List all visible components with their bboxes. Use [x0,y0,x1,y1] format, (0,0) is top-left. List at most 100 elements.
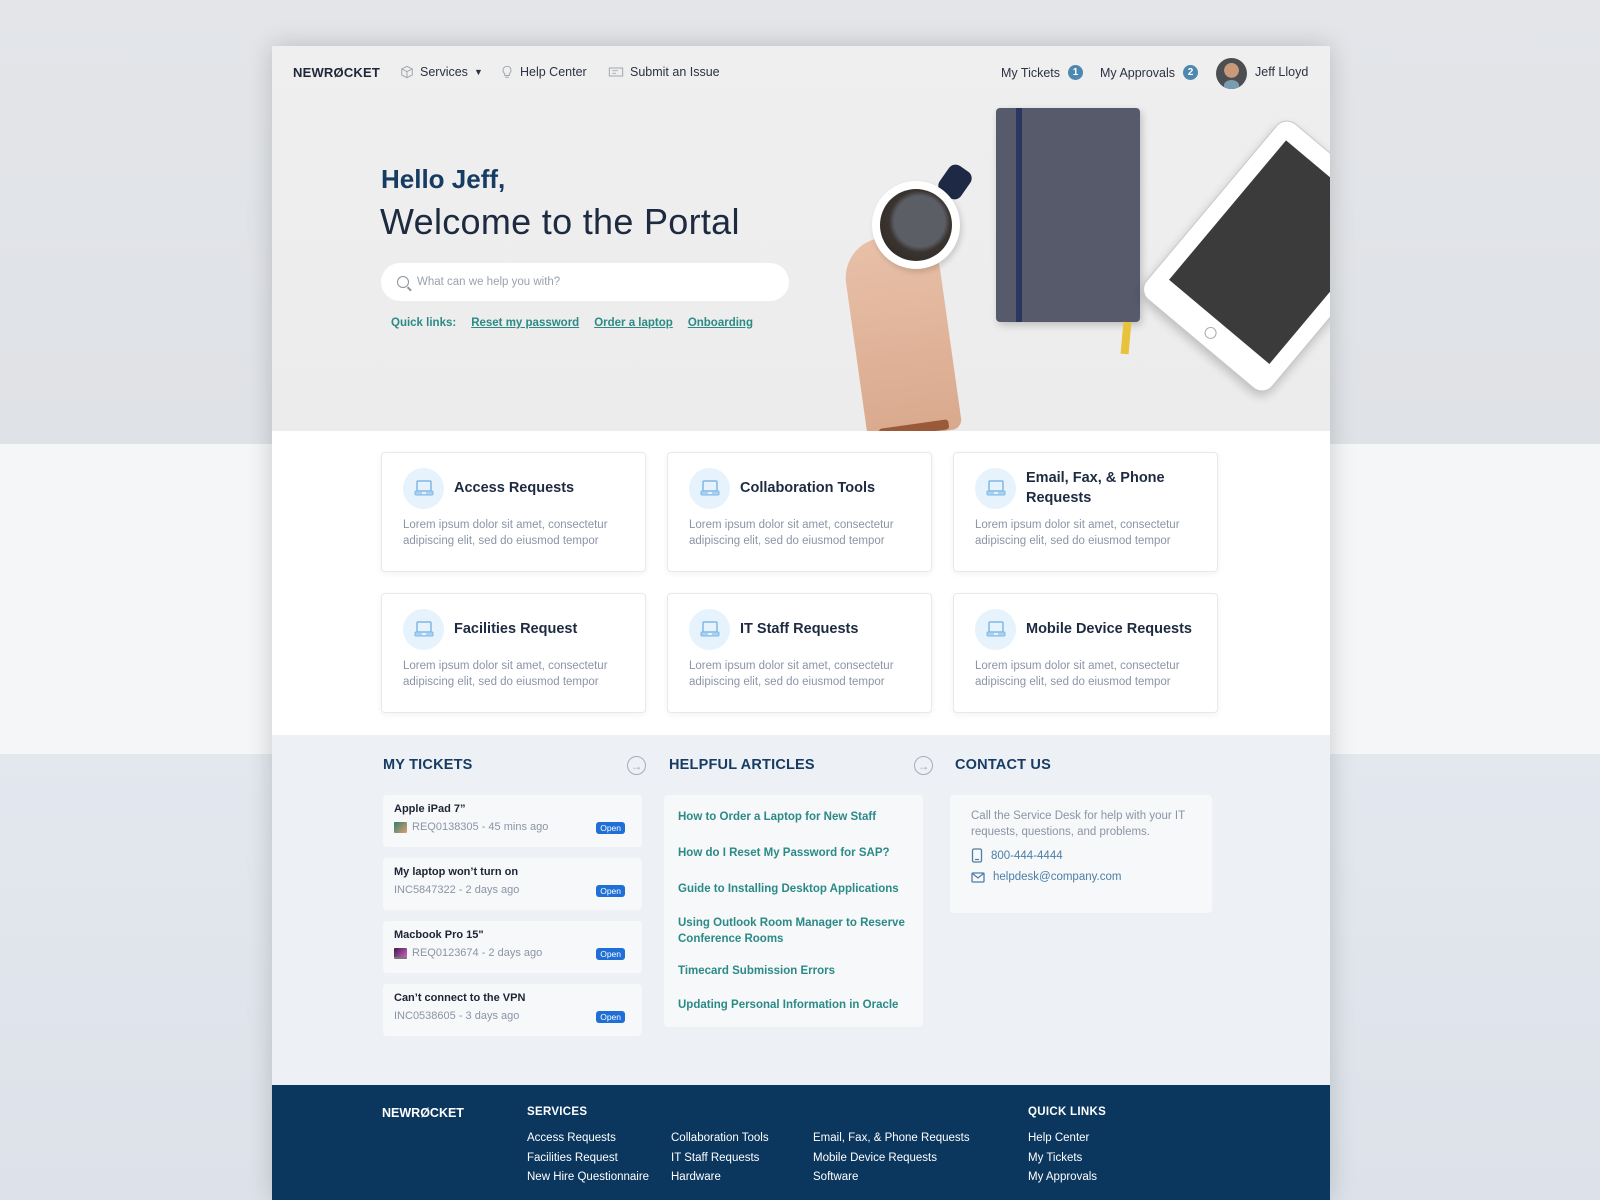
footer-link-help-center[interactable]: Help Center [1028,1131,1097,1147]
ticket-item[interactable]: My laptop won’t turn on INC5847322 - 2 d… [383,858,642,910]
laptop-icon [975,467,1016,509]
hero-illustration [832,96,1330,431]
avatar[interactable] [1216,58,1247,89]
phone-icon [971,848,983,863]
quick-link-order-laptop[interactable]: Order a laptop [594,317,673,329]
article-link[interactable]: Guide to Installing Desktop Applications [678,881,909,897]
portal-page: NEWRØCKET Services ▼ Help Center Submit … [272,46,1330,1200]
status-badge: Open [596,822,625,834]
lightbulb-icon [502,65,512,78]
my-tickets-count-badge: 1 [1068,65,1084,80]
status-badge: Open [596,1011,625,1023]
helpful-articles-title: HELPFUL ARTICLES [669,757,815,773]
contact-email[interactable]: helpdesk@company.com [971,871,1191,883]
quick-link-onboarding[interactable]: Onboarding [688,317,753,329]
page-title: Welcome to the Portal [380,201,740,242]
footer-logo[interactable]: NEWRØCKET [382,1106,464,1120]
service-cards: Access Requests Lorem ipsum dolor sit am… [381,452,1221,713]
nav-submit-issue[interactable]: Submit an Issue [608,65,720,79]
nav-my-approvals[interactable]: My Approvals 2 [1100,65,1199,80]
logo[interactable]: NEWRØCKET [293,65,380,80]
quick-link-reset-password[interactable]: Reset my password [471,317,579,329]
search-icon [397,276,409,288]
nav-help-center-label: Help Center [520,65,587,79]
tablet-image [1137,114,1330,398]
my-tickets-arrow-button[interactable]: → [627,756,646,775]
mail-icon [971,871,985,883]
ticket-title: My laptop won’t turn on [394,866,519,878]
laptop-icon [689,608,730,650]
search-input[interactable] [417,276,777,288]
greeting: Hello Jeff, [381,164,506,194]
helpful-articles-arrow-button[interactable]: → [914,756,933,775]
status-badge: Open [596,885,625,897]
quick-links-label: Quick links: [391,317,457,329]
ipad-thumbnail-icon [394,821,407,833]
card-title: Collaboration Tools [740,480,876,496]
macbook-thumbnail-icon [394,947,407,959]
article-link[interactable]: Updating Personal Information in Oracle [678,997,909,1013]
bookmark-ribbon-image [1120,321,1132,355]
ticket-meta: REQ0138305 - 45 mins ago [412,821,549,833]
ticket-item[interactable]: Macbook Pro 15" REQ0123674 - 2 days ago … [383,921,642,973]
contact-us-title: CONTACT US [955,757,1051,773]
article-link[interactable]: Timecard Submission Errors [678,963,909,979]
ticket-item[interactable]: Apple iPad 7” REQ0138305 - 45 mins ago O… [383,795,642,847]
ticket-meta: INC5847322 - 2 days ago [394,884,520,896]
footer-link[interactable]: Mobile Device Requests [813,1151,970,1167]
nav-my-tickets[interactable]: My Tickets 1 [1001,65,1084,80]
email-address: helpdesk@company.com [993,871,1122,883]
user-name[interactable]: Jeff Lloyd [1255,65,1308,79]
ticket-item[interactable]: Can’t connect to the VPN INC0538605 - 3 … [383,984,642,1036]
service-card-facilities-request[interactable]: Facilities Request Lorem ipsum dolor sit… [381,593,646,713]
footer-link[interactable]: Facilities Request [527,1151,649,1167]
chevron-down-icon: ▼ [473,67,483,77]
service-card-email-fax-phone[interactable]: Email, Fax, & Phone Requests Lorem ipsum… [953,452,1218,572]
footer-services-col-3: Email, Fax, & Phone Requests Mobile Devi… [813,1131,970,1186]
hero-section: NEWRØCKET Services ▼ Help Center Submit … [272,46,1330,431]
card-description: Lorem ipsum dolor sit amet, consectetur … [975,660,1180,688]
footer: NEWRØCKET SERVICES Access Requests Facil… [272,1085,1330,1200]
nav-my-approvals-label: My Approvals [1100,65,1176,80]
service-card-mobile-device-requests[interactable]: Mobile Device Requests Lorem ipsum dolor… [953,593,1218,713]
service-card-collaboration-tools[interactable]: Collaboration Tools Lorem ipsum dolor si… [667,452,932,572]
footer-link[interactable]: IT Staff Requests [671,1151,769,1167]
article-link[interactable]: How do I Reset My Password for SAP? [678,845,909,861]
footer-services-col-2: Collaboration Tools IT Staff Requests Ha… [671,1131,769,1186]
article-link[interactable]: Using Outlook Room Manager to Reserve Co… [678,915,909,947]
ticket-title: Can’t connect to the VPN [394,992,526,1004]
footer-link[interactable]: Collaboration Tools [671,1131,769,1147]
footer-link-my-approvals[interactable]: My Approvals [1028,1170,1097,1186]
search-bar[interactable] [381,263,789,301]
quick-links: Quick links: Reset my password Order a l… [391,317,753,329]
footer-link[interactable]: Software [813,1170,970,1186]
arrow-right-icon: → [917,758,930,773]
nav-services[interactable]: Services ▼ [400,65,483,79]
nav-my-tickets-label: My Tickets [1001,65,1061,80]
service-card-access-requests[interactable]: Access Requests Lorem ipsum dolor sit am… [381,452,646,572]
ticket-title: Macbook Pro 15" [394,929,484,941]
nav-help-center[interactable]: Help Center [500,65,587,79]
laptop-icon [403,467,444,509]
article-link[interactable]: How to Order a Laptop for New Staff [678,809,909,825]
phone-number: 800-444-4444 [991,849,1063,862]
coffee-mug-image [872,181,960,269]
footer-link[interactable]: Hardware [671,1170,769,1186]
card-description: Lorem ipsum dolor sit amet, consectetur … [403,660,608,688]
footer-link[interactable]: Access Requests [527,1131,649,1147]
footer-link[interactable]: Email, Fax, & Phone Requests [813,1131,970,1147]
ticket-title: Apple iPad 7” [394,803,466,815]
footer-link-my-tickets[interactable]: My Tickets [1028,1151,1097,1167]
contact-phone[interactable]: 800-444-4444 [971,848,1191,863]
footer-link[interactable]: New Hire Questionnaire [527,1170,649,1186]
card-description: Lorem ipsum dolor sit amet, consectetur … [689,519,894,547]
ticket-meta: INC0538605 - 3 days ago [394,1010,520,1022]
laptop-icon [689,467,730,509]
card-description: Lorem ipsum dolor sit amet, consectetur … [689,660,894,688]
top-nav: NEWRØCKET Services ▼ Help Center Submit … [272,46,1330,102]
service-card-it-staff-requests[interactable]: IT Staff Requests Lorem ipsum dolor sit … [667,593,932,713]
cube-icon [401,65,413,79]
my-approvals-count-badge: 2 [1183,65,1199,80]
card-description: Lorem ipsum dolor sit amet, consectetur … [975,519,1180,547]
contact-card: Call the Service Desk for help with your… [950,795,1212,913]
